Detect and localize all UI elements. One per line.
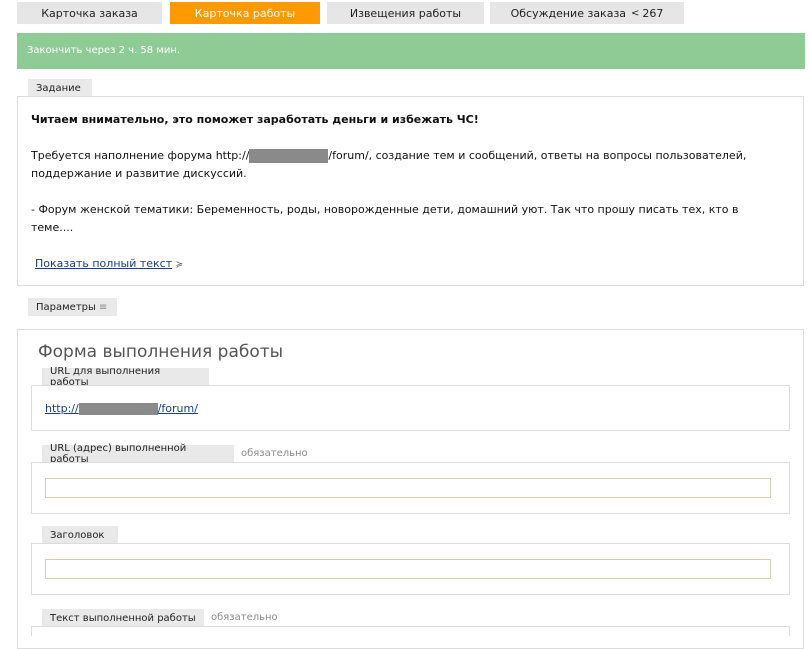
task-paragraph-1: Требуется наполнение форума http:// /foru…: [31, 147, 801, 183]
para-text: поддержание и развитие дискуссий.: [31, 167, 247, 180]
heading-label: Заголовок: [42, 526, 118, 544]
section-label-text: Параметры: [36, 301, 96, 313]
task-headline-text: Читаем внимательно, это поможет заработа…: [31, 113, 479, 126]
redacted-domain: [78, 403, 158, 415]
work-url-panel: http:// /forum/: [31, 385, 790, 431]
tab-label: Обсуждение заказа: [510, 6, 627, 20]
work-url-label: URL для выполнения работы: [42, 366, 209, 388]
required-note: обязательно: [241, 448, 308, 459]
section-label-text: Заголовок: [50, 529, 105, 541]
result-url-input[interactable]: [45, 478, 771, 498]
message-count: 267: [642, 6, 664, 20]
deadline-banner: Закончить через 2 ч. 58 мин.: [17, 33, 805, 69]
task-paragraph-2: - Форум женской тематики: Беременность, …: [31, 201, 801, 237]
para-text: Требуется наполнение форума http://: [31, 149, 250, 162]
section-label-text: Текст выполненной работы: [50, 612, 196, 624]
work-url-link[interactable]: http:// /forum/: [45, 400, 198, 418]
tab-order-discussion[interactable]: Обсуждение заказа < 267: [490, 2, 684, 24]
required-text: обязательно: [211, 612, 278, 623]
deadline-text: Закончить через 2 ч. 58 мин.: [27, 45, 181, 56]
chevron-down-icon: ≽: [175, 260, 184, 270]
task-section-label: Задание: [28, 79, 92, 97]
work-text-label: Текст выполненной работы: [42, 609, 204, 627]
work-url-link-start[interactable]: http://: [45, 402, 79, 415]
result-url-label: URL (адрес) выполненной работы: [42, 443, 234, 465]
show-full-text-link[interactable]: Показать полный текст: [35, 257, 172, 270]
section-label-text: Задание: [36, 82, 81, 94]
result-url-panel: [31, 462, 790, 514]
required-text: обязательно: [241, 448, 308, 459]
task-headline: Читаем внимательно, это поможет заработа…: [31, 111, 479, 129]
tab-label: Карточка заказа: [41, 6, 138, 20]
tab-work-card[interactable]: Карточка работы: [170, 2, 320, 24]
tab-order-card[interactable]: Карточка заказа: [17, 2, 162, 24]
form-title-text: Форма выполнения работы: [38, 342, 284, 362]
task-panel: Читаем внимательно, это поможет заработа…: [17, 96, 804, 286]
para-text: теме....: [31, 221, 74, 234]
heading-panel: [31, 543, 790, 595]
form-title: Форма выполнения работы: [38, 342, 283, 362]
redacted-domain: [249, 149, 329, 163]
show-full-text[interactable]: Показать полный текст ≽: [35, 255, 183, 274]
required-note: обязательно: [211, 612, 278, 623]
tab-label: Карточка работы: [194, 6, 296, 20]
menu-lines-icon: ≡: [98, 301, 108, 313]
tab-work-notices[interactable]: Извещения работы: [327, 2, 484, 24]
para-text: - Форум женской тематики: Беременность, …: [31, 203, 739, 216]
tab-label: Извещения работы: [349, 6, 462, 20]
params-toggle[interactable]: Параметры ≡: [28, 298, 117, 316]
para-text: /forum/, создание тем и сообщений, ответ…: [328, 149, 747, 162]
work-text-panel: [31, 626, 790, 636]
heading-input[interactable]: [45, 559, 771, 579]
chevron-left-icon: <: [631, 7, 640, 19]
work-url-link-end[interactable]: /forum/: [158, 402, 198, 415]
